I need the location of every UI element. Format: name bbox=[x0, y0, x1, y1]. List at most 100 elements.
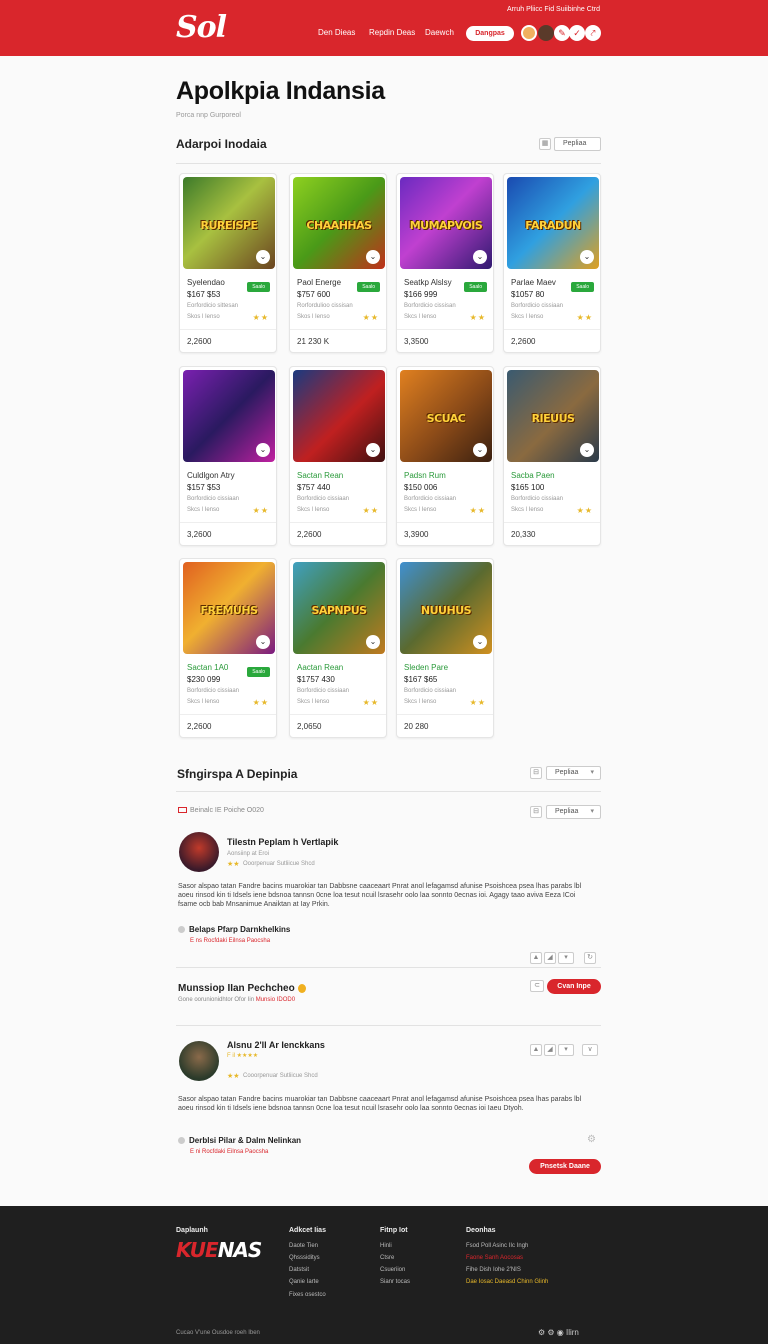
footer-link[interactable]: Qanie Iarte bbox=[289, 1279, 319, 1285]
footer-link[interactable]: Fixes osestco bbox=[289, 1292, 326, 1298]
promo-button[interactable]: Cvan Inpe bbox=[547, 979, 601, 994]
pencil-icon[interactable]: ✎ bbox=[554, 25, 570, 41]
product-meta: Borfordicio cissiaan bbox=[297, 496, 350, 502]
expand-icon[interactable]: ⌄ bbox=[473, 250, 487, 264]
product-name[interactable]: Culdlgon Atry bbox=[187, 471, 235, 480]
product-card[interactable]: FARADUN ⌄ Parlae Maev Saalo $1057 80 Borfordi… bbox=[503, 173, 601, 353]
footer-link[interactable]: Csueriion bbox=[380, 1267, 405, 1273]
product-name[interactable]: Syelendao bbox=[187, 278, 225, 287]
product-name[interactable]: Sleden Pare bbox=[404, 663, 448, 672]
expand-icon[interactable]: ⌄ bbox=[366, 443, 380, 457]
footer-link[interactable]: Datstsit bbox=[289, 1267, 309, 1273]
product-card[interactable]: CHAAHHAS ⌄ Paol Energe Saalo $757 600 Rorford… bbox=[289, 173, 387, 353]
nav-link-3[interactable]: Daewch bbox=[425, 28, 454, 37]
chevron-down-icon[interactable]: ▾ bbox=[558, 1044, 574, 1056]
reviewer-avatar[interactable] bbox=[179, 832, 219, 872]
product-thumbnail[interactable]: RUREISPE ⌄ bbox=[183, 177, 275, 269]
product-name[interactable]: Seatkp Alslsy bbox=[404, 278, 452, 287]
check-icon[interactable]: ✓ bbox=[569, 25, 585, 41]
top-utility-links[interactable]: Arruh Pliicc Fid Suiibinhe Ctrd bbox=[507, 6, 600, 13]
product-thumbnail[interactable]: NUUHUS ⌄ bbox=[400, 562, 492, 654]
product-name[interactable]: Paol Energe bbox=[297, 278, 341, 287]
product-name[interactable]: Sactan 1A0 bbox=[187, 663, 228, 672]
gear-icon[interactable]: ⚙ bbox=[587, 1134, 596, 1145]
product-card[interactable]: ⌄ Sactan Rean $757 440 Borfordicio cissiaan… bbox=[289, 366, 387, 546]
load-more-button[interactable]: Pnsetsk Daane bbox=[529, 1159, 601, 1174]
footer-link[interactable]: Ctsre bbox=[380, 1255, 394, 1261]
product-card[interactable]: SAPNPUS ⌄ Aactan Rean $1757 430 Borfordicio … bbox=[289, 558, 387, 738]
divider bbox=[180, 329, 276, 330]
product-card[interactable]: SCUAC ⌄ Padsn Rum $150 006 Borfordicio cissi… bbox=[396, 366, 494, 546]
product-card[interactable]: MUMAPVOIS ⌄ Seatkp Alslsy Saalo $166 999 Borf… bbox=[396, 173, 494, 353]
chevron-down-icon[interactable]: ∨ bbox=[582, 1044, 598, 1056]
footer-link[interactable]: Fsod Poll Asinc IIc Ingh bbox=[466, 1243, 528, 1249]
chevron-down-icon[interactable]: ▾ bbox=[558, 952, 574, 964]
reply-title[interactable]: Derblsi Pilar & Dalm Nelinkan bbox=[178, 1136, 301, 1145]
product-thumbnail[interactable]: FREMUHS ⌄ bbox=[183, 562, 275, 654]
grid-view-icon[interactable]: ▦ bbox=[539, 138, 551, 150]
product-card[interactable]: RIEUUS ⌄ Sacba Paen $165 100 Borfordicio cis… bbox=[503, 366, 601, 546]
reviewer-avatar[interactable] bbox=[179, 1041, 219, 1081]
footer-logo[interactable]: KUENAS bbox=[176, 1238, 262, 1262]
footer-link[interactable]: Daote Tien bbox=[289, 1243, 318, 1249]
product-name[interactable]: Aactan Rean bbox=[297, 663, 343, 672]
product-name[interactable]: Sactan Rean bbox=[297, 471, 343, 480]
reply-title[interactable]: Belaps Pfarp Darnkhelkins bbox=[178, 925, 290, 934]
product-thumbnail[interactable]: SAPNPUS ⌄ bbox=[293, 562, 385, 654]
share-icon[interactable]: ◢ bbox=[544, 1044, 556, 1056]
expand-icon[interactable]: ⌄ bbox=[473, 443, 487, 457]
user-avatar[interactable] bbox=[521, 25, 537, 41]
footer-social-icons[interactable]: ⚙ ⚙ ◉ Ilirn bbox=[538, 1328, 579, 1337]
flag-icon bbox=[178, 807, 187, 814]
footer-link[interactable]: Qhsssiditys bbox=[289, 1255, 320, 1261]
footer-link[interactable]: Hinli bbox=[380, 1243, 392, 1249]
chevron-down-icon: ▾ bbox=[590, 808, 594, 815]
filter-icon-2[interactable]: ⊟ bbox=[530, 806, 542, 818]
expand-icon[interactable]: ⌄ bbox=[256, 443, 270, 457]
product-name[interactable]: Sacba Paen bbox=[511, 471, 555, 480]
filter-icon[interactable]: ⊟ bbox=[530, 767, 542, 779]
footer-link[interactable]: Fihe Dish Iohe 2'NIS bbox=[466, 1267, 521, 1273]
expand-icon[interactable]: ⌄ bbox=[256, 635, 270, 649]
product-thumbnail[interactable]: CHAAHHAS ⌄ bbox=[293, 177, 385, 269]
sort-select[interactable]: Pepliaa bbox=[554, 137, 601, 151]
site-logo[interactable]: Sol bbox=[176, 10, 227, 45]
expand-icon[interactable]: ⌄ bbox=[256, 250, 270, 264]
expand-icon[interactable]: ⌄ bbox=[580, 443, 594, 457]
divider bbox=[290, 329, 386, 330]
expand-icon[interactable]: ⌄ bbox=[366, 250, 380, 264]
link-icon[interactable]: ⊂ bbox=[530, 980, 544, 992]
signin-button[interactable]: Dangpas bbox=[466, 26, 514, 41]
expand-icon[interactable]: ⌄ bbox=[366, 635, 380, 649]
product-thumbnail[interactable]: RIEUUS ⌄ bbox=[507, 370, 599, 462]
footer-link[interactable]: Faone Sanh Aocosas bbox=[466, 1255, 523, 1261]
product-thumbnail[interactable]: MUMAPVOIS ⌄ bbox=[400, 177, 492, 269]
product-card[interactable]: FREMUHS ⌄ Sactan 1A0 Saalo $230 099 Borfordic… bbox=[179, 558, 277, 738]
expand-icon[interactable]: ⌄ bbox=[473, 635, 487, 649]
product-card[interactable]: NUUHUS ⌄ Sleden Pare $167 $65 Borfordicio ci… bbox=[396, 558, 494, 738]
link-icon[interactable]: ⤤ bbox=[585, 25, 601, 41]
expand-icon[interactable]: ⌄ bbox=[580, 250, 594, 264]
nav-link-2[interactable]: Repdin Deas bbox=[369, 28, 415, 37]
nav-link-1[interactable]: Den Dieas bbox=[318, 28, 355, 37]
product-card[interactable]: ⌄ Culdlgon Atry $157 $53 Borfordicio cissia… bbox=[179, 366, 277, 546]
share-icon[interactable]: ◢ bbox=[544, 952, 556, 964]
product-thumbnail[interactable]: ⌄ bbox=[293, 370, 385, 462]
reviewer-name[interactable]: Tilestn Peplam h Vertlapik bbox=[227, 837, 338, 847]
thumbs-up-icon[interactable]: ▲ bbox=[530, 1044, 542, 1056]
product-card[interactable]: RUREISPE ⌄ Syelendao Saalo $167 $53 Eorfordic… bbox=[179, 173, 277, 353]
product-thumbnail[interactable]: SCUAC ⌄ bbox=[400, 370, 492, 462]
product-name[interactable]: Padsn Rum bbox=[404, 471, 446, 480]
product-thumbnail[interactable]: FARADUN ⌄ bbox=[507, 177, 599, 269]
product-name[interactable]: Parlae Maev bbox=[511, 278, 556, 287]
product-thumbnail[interactable]: ⌄ bbox=[183, 370, 275, 462]
promo-title-text: Munssiop IIan Pechcheo bbox=[178, 983, 295, 994]
review-filter-select[interactable]: Pepliaa ▾ bbox=[546, 805, 601, 819]
reviews-sort-select[interactable]: Pepliaa ▾ bbox=[546, 766, 601, 780]
footer-link[interactable]: Dae Iosac Daeasd Chinn Glinh bbox=[466, 1279, 548, 1285]
footer-link[interactable]: Sianr tocas bbox=[380, 1279, 410, 1285]
thumbs-up-icon[interactable]: ▲ bbox=[530, 952, 542, 964]
reviewer-name[interactable]: Alsnu 2'll Ar Ienckkans bbox=[227, 1040, 325, 1050]
refresh-icon[interactable]: ↻ bbox=[584, 952, 596, 964]
avatar-secondary[interactable] bbox=[538, 25, 554, 41]
